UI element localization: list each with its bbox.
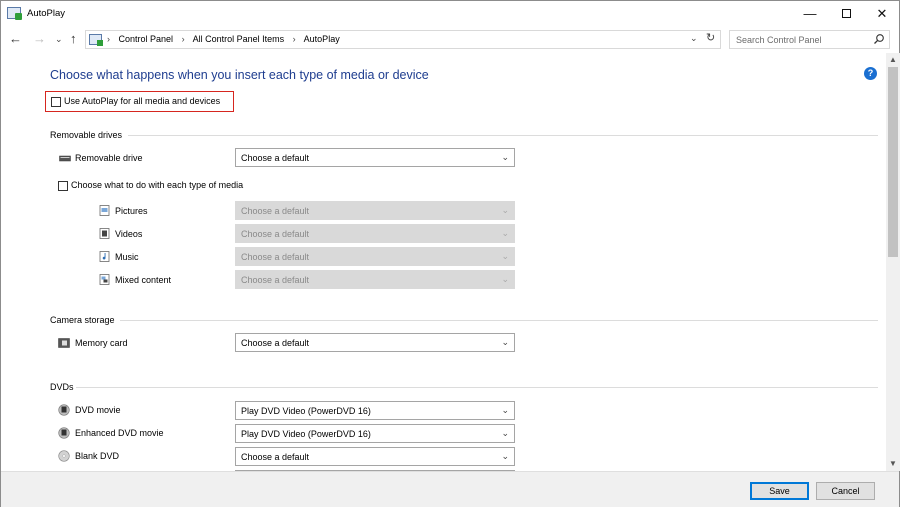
breadcrumb-autoplay[interactable]: AutoPlay (304, 34, 340, 44)
dialog-footer: Save Cancel (1, 471, 899, 507)
dropdown-value: Choose a default (241, 252, 310, 262)
section-dvds: DVDs (50, 382, 74, 392)
each-media-type-checkbox[interactable] (58, 181, 68, 191)
chevron-down-icon: ⌄ (501, 337, 509, 347)
music-icon (99, 251, 110, 262)
dropdown-value: Choose a default (241, 338, 310, 348)
chevron-down-icon: ⌄ (501, 205, 509, 215)
close-button[interactable]: ✕ (863, 1, 900, 26)
each-media-type-label[interactable]: Choose what to do with each type of medi… (71, 180, 243, 190)
use-autoplay-checkbox[interactable] (51, 97, 61, 107)
address-dropdown-button[interactable]: ⌄ (690, 33, 698, 44)
dropdown-value: Play DVD Video (PowerDVD 16) (241, 406, 371, 416)
navigation-bar: ← → ⌄ ↑ › Control Panel › All Control Pa… (1, 27, 899, 51)
section-divider (128, 135, 878, 136)
videos-dropdown[interactable]: Choose a default ⌄ (235, 224, 515, 243)
videos-label: Videos (115, 229, 143, 239)
removable-drive-icon (59, 155, 71, 162)
maximize-button[interactable] (827, 1, 865, 26)
use-autoplay-label[interactable]: Use AutoPlay for all media and devices (64, 96, 220, 106)
chevron-down-icon: ⌄ (501, 274, 509, 284)
maximize-icon (841, 9, 851, 19)
section-camera-storage: Camera storage (50, 315, 115, 325)
title-bar: AutoPlay — ✕ (1, 1, 899, 26)
mixed-content-label: Mixed content (115, 275, 172, 285)
forward-button[interactable]: → (33, 30, 46, 48)
enhanced-dvd-movie-label: Enhanced DVD movie (75, 428, 164, 438)
section-removable-drives: Removable drives (50, 130, 123, 140)
refresh-button[interactable]: ↻ (706, 31, 715, 44)
breadcrumb: › Control Panel › All Control Panel Item… (107, 34, 346, 44)
chevron-down-icon: ⌄ (501, 451, 509, 461)
main-content: Choose what happens when you insert each… (1, 53, 886, 471)
save-button[interactable]: Save (750, 482, 809, 500)
dropdown-value: Play DVD Video (PowerDVD 16) (241, 429, 371, 439)
dropdown-value: Choose a default (241, 206, 310, 216)
pictures-icon (99, 205, 110, 216)
pictures-label: Pictures (115, 206, 148, 216)
dvd-movie-icon (58, 404, 70, 416)
music-label: Music (115, 252, 139, 262)
blank-dvd-dropdown[interactable]: Choose a default ⌄ (235, 447, 515, 466)
blank-dvd-label: Blank DVD (75, 451, 120, 461)
control-panel-icon (89, 34, 103, 46)
search-box[interactable]: Search Control Panel (729, 30, 890, 49)
dropdown-value: Choose a default (241, 275, 310, 285)
dvd-movie-label: DVD movie (75, 405, 121, 415)
breadcrumb-separator: › (107, 34, 110, 44)
window-title: AutoPlay (27, 8, 66, 19)
vertical-scrollbar[interactable]: ▲ ▼ (886, 53, 900, 471)
chevron-down-icon: ⌄ (501, 428, 509, 438)
music-dropdown[interactable]: Choose a default ⌄ (235, 247, 515, 266)
dropdown-value: Choose a default (241, 153, 310, 163)
scroll-up-button[interactable]: ▲ (886, 53, 900, 67)
cancel-button[interactable]: Cancel (816, 482, 875, 500)
mixed-content-icon (99, 274, 110, 285)
address-bar[interactable]: › Control Panel › All Control Panel Item… (85, 30, 721, 49)
recent-locations-button[interactable]: ⌄ (55, 30, 63, 48)
scroll-down-button[interactable]: ▼ (886, 457, 900, 471)
dvd-movie-dropdown[interactable]: Play DVD Video (PowerDVD 16) ⌄ (235, 401, 515, 420)
dropdown-value: Choose a default (241, 229, 310, 239)
breadcrumb-separator: › (181, 34, 185, 44)
memory-card-dropdown[interactable]: Choose a default ⌄ (235, 333, 515, 352)
autoplay-app-icon (7, 7, 22, 20)
search-icon[interactable] (873, 33, 885, 45)
enhanced-dvd-movie-icon (58, 427, 70, 439)
mixed-content-dropdown[interactable]: Choose a default ⌄ (235, 270, 515, 289)
page-title: Choose what happens when you insert each… (50, 68, 429, 82)
section-divider (120, 320, 878, 321)
breadcrumb-control-panel[interactable]: Control Panel (119, 34, 174, 44)
breadcrumb-separator: › (292, 34, 296, 44)
help-icon[interactable]: ? (864, 67, 877, 80)
chevron-down-icon: ⌄ (501, 405, 509, 415)
chevron-down-icon: ⌄ (501, 251, 509, 261)
pictures-dropdown[interactable]: Choose a default ⌄ (235, 201, 515, 220)
chevron-down-icon: ⌄ (501, 152, 509, 162)
removable-drive-label: Removable drive (75, 153, 143, 163)
blank-dvd-icon (58, 450, 70, 462)
search-input[interactable]: Search Control Panel (736, 35, 822, 45)
autoplay-window: AutoPlay — ✕ ← → ⌄ ↑ › Control Panel › A… (0, 0, 900, 507)
section-divider (76, 387, 878, 388)
dropdown-value: Choose a default (241, 452, 310, 462)
removable-drive-dropdown[interactable]: Choose a default ⌄ (235, 148, 515, 167)
videos-icon (99, 228, 110, 239)
memory-card-label: Memory card (75, 338, 128, 348)
minimize-button[interactable]: — (791, 1, 829, 26)
chevron-down-icon: ⌄ (501, 228, 509, 238)
enhanced-dvd-movie-dropdown[interactable]: Play DVD Video (PowerDVD 16) ⌄ (235, 424, 515, 443)
back-button[interactable]: ← (9, 30, 22, 48)
breadcrumb-all-items[interactable]: All Control Panel Items (193, 34, 285, 44)
up-button[interactable]: ↑ (70, 30, 77, 48)
memory-card-icon (58, 338, 70, 348)
scroll-thumb[interactable] (888, 67, 898, 257)
